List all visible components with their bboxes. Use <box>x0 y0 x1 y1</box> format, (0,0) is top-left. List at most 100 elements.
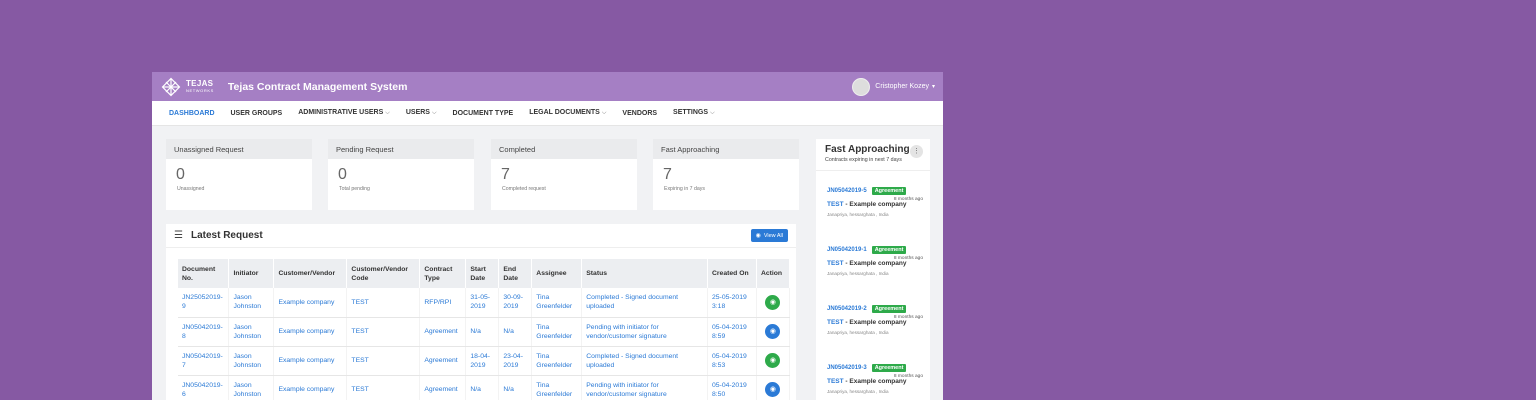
cell-end[interactable]: N/a <box>498 317 533 347</box>
cell-end[interactable]: N/a <box>498 375 533 400</box>
cell-doc[interactable]: JN25052019-9 <box>178 288 230 318</box>
cell-initiator[interactable]: Jason Johnston <box>228 288 275 318</box>
table-row: JN05042019-6 Jason Johnston Example comp… <box>178 375 791 400</box>
nav-legal-documents[interactable]: LEGAL DOCUMENTS ⌵ <box>529 109 606 117</box>
cell-doc[interactable]: JN05042019-6 <box>178 375 230 400</box>
list-item[interactable]: JN05042019-5 Agreement 8 months ago TEST… <box>827 187 923 217</box>
column-header[interactable]: Initiator <box>228 259 275 288</box>
cell-initiator[interactable]: Jason Johnston <box>228 375 275 400</box>
column-header: Action <box>756 259 791 288</box>
view-eye-icon[interactable]: ◉ <box>765 294 781 310</box>
nav-user-groups[interactable]: USER GROUPS <box>231 110 283 117</box>
stat-value: 0 <box>176 166 185 183</box>
cell-code[interactable]: TEST <box>346 375 421 400</box>
column-header[interactable]: Status <box>581 259 708 288</box>
logo[interactable]: TEJAS NETWORKS <box>160 76 214 98</box>
cell-action: ◉ <box>756 346 791 376</box>
nav-vendors[interactable]: VENDORS <box>622 110 657 117</box>
cell-end[interactable]: 23-04-2019 <box>498 346 533 376</box>
column-header[interactable]: Customer/Vendor <box>273 259 348 288</box>
cell-assignee[interactable]: Tina Greenfelder <box>531 375 583 400</box>
stat-value: 0 <box>338 166 347 183</box>
cell-type[interactable]: Agreement <box>419 375 467 400</box>
location: Janapriya, hessarghata , India <box>827 212 889 217</box>
column-header[interactable]: End Date <box>498 259 533 288</box>
nav-document-type[interactable]: DOCUMENT TYPE <box>453 110 514 117</box>
cell-code[interactable]: TEST <box>346 346 421 376</box>
list-item[interactable]: JN05042019-2 Agreement 8 months ago TEST… <box>827 305 923 335</box>
nav-users[interactable]: USERS ⌵ <box>406 109 437 117</box>
contract-id[interactable]: JN05042019-5 <box>827 188 867 194</box>
time-ago: 8 months ago <box>893 315 923 320</box>
cell-status[interactable]: Pending with initiator for vendor/custom… <box>581 375 708 400</box>
cell-start[interactable]: 31-05-2019 <box>465 288 500 318</box>
panel-header: ☰ Latest Request ◉ View All <box>166 224 796 248</box>
contract-id[interactable]: JN05042019-1 <box>827 247 867 253</box>
cell-created[interactable]: 05-04-2019 8:53 <box>707 346 757 376</box>
cell-customer[interactable]: Example company <box>273 288 348 318</box>
cell-customer[interactable]: Example company <box>273 317 348 347</box>
cell-initiator[interactable]: Jason Johnston <box>228 346 275 376</box>
chevron-down-icon: ⌵ <box>710 110 715 116</box>
cell-status[interactable]: Completed - Signed document uploaded <box>581 346 708 376</box>
cell-end[interactable]: 30-09-2019 <box>498 288 533 318</box>
column-header[interactable]: Document No. <box>178 259 230 288</box>
cell-status[interactable]: Pending with initiator for vendor/custom… <box>581 317 708 347</box>
cell-start[interactable]: 18-04-2019 <box>465 346 500 376</box>
app-title: Tejas Contract Management System <box>227 80 408 93</box>
cell-doc[interactable]: JN05042019-8 <box>178 317 230 347</box>
cell-assignee[interactable]: Tina Greenfelder <box>531 346 583 376</box>
main-nav: DASHBOARD USER GROUPS ADMINISTRATIVE USE… <box>152 101 943 126</box>
cell-created[interactable]: 05-04-2019 8:50 <box>707 375 757 400</box>
cell-code[interactable]: TEST <box>346 288 421 318</box>
cell-status[interactable]: Completed - Signed document uploaded <box>581 288 708 318</box>
view-eye-icon[interactable]: ◉ <box>765 353 781 368</box>
view-eye-icon[interactable]: ◉ <box>765 324 781 339</box>
type-badge: Agreement <box>871 187 907 195</box>
user-menu[interactable]: Cristopher Kozey ▾ <box>852 77 935 96</box>
panel-subtitle: Contracts expiring in next 7 days <box>825 157 902 163</box>
stat-caption: Unassigned <box>177 186 205 192</box>
table-row: JN05042019-8 Jason Johnston Example comp… <box>178 317 791 347</box>
table-row: JN05042019-7 Jason Johnston Example comp… <box>178 346 791 376</box>
app-window: TEJAS NETWORKS Tejas Contract Management… <box>152 72 943 400</box>
list-item[interactable]: JN05042019-3 Agreement 8 months ago TEST… <box>827 364 923 394</box>
stat-title: Pending Request <box>328 139 474 159</box>
cell-start[interactable]: N/a <box>465 375 500 400</box>
cell-created[interactable]: 05-04-2019 8:59 <box>707 317 757 347</box>
list-item[interactable]: JN05042019-1 Agreement 8 months ago TEST… <box>827 246 923 276</box>
cell-customer[interactable]: Example company <box>273 375 348 400</box>
cell-created[interactable]: 25-05-2019 3:18 <box>707 288 757 318</box>
nav-administrative-users[interactable]: ADMINISTRATIVE USERS ⌵ <box>298 109 390 117</box>
cell-doc[interactable]: JN05042019-7 <box>178 346 230 376</box>
nav-dashboard[interactable]: DASHBOARD <box>169 110 215 117</box>
cell-assignee[interactable]: Tina Greenfelder <box>531 288 583 318</box>
contract-id[interactable]: JN05042019-3 <box>827 365 867 371</box>
more-options-icon[interactable]: ⋮ <box>910 145 923 158</box>
cell-assignee[interactable]: Tina Greenfelder <box>531 317 583 347</box>
column-header[interactable]: Contract Type <box>419 259 467 288</box>
column-header[interactable]: Created On <box>707 259 757 288</box>
panel-title: Latest Request <box>190 230 263 241</box>
stat-value: 7 <box>501 166 510 183</box>
stat-caption: Expiring in 7 days <box>664 186 705 192</box>
cell-type[interactable]: RFP/RPI <box>419 288 467 318</box>
cell-initiator[interactable]: Jason Johnston <box>228 317 275 347</box>
avatar <box>852 77 871 96</box>
cell-type[interactable]: Agreement <box>419 317 467 347</box>
cell-start[interactable]: N/a <box>465 317 500 347</box>
cell-customer[interactable]: Example company <box>273 346 348 376</box>
fast-approaching-panel: Fast Approaching Contracts expiring in n… <box>816 139 930 400</box>
nav-settings[interactable]: SETTINGS ⌵ <box>673 109 715 117</box>
contract-id[interactable]: JN05042019-2 <box>827 306 867 312</box>
column-header[interactable]: Start Date <box>465 259 500 288</box>
cell-type[interactable]: Agreement <box>419 346 467 376</box>
cell-code[interactable]: TEST <box>346 317 421 347</box>
stat-card-fast-approaching: Fast Approaching 7 Expiring in 7 days <box>653 139 799 210</box>
view-eye-icon[interactable]: ◉ <box>765 382 781 397</box>
column-header[interactable]: Assignee <box>531 259 583 288</box>
view-all-button[interactable]: ◉ View All <box>750 229 788 242</box>
stat-card-completed: Completed 7 Completed request <box>491 139 637 210</box>
column-header[interactable]: Customer/Vendor Code <box>346 259 421 288</box>
stat-title: Fast Approaching <box>653 139 799 159</box>
